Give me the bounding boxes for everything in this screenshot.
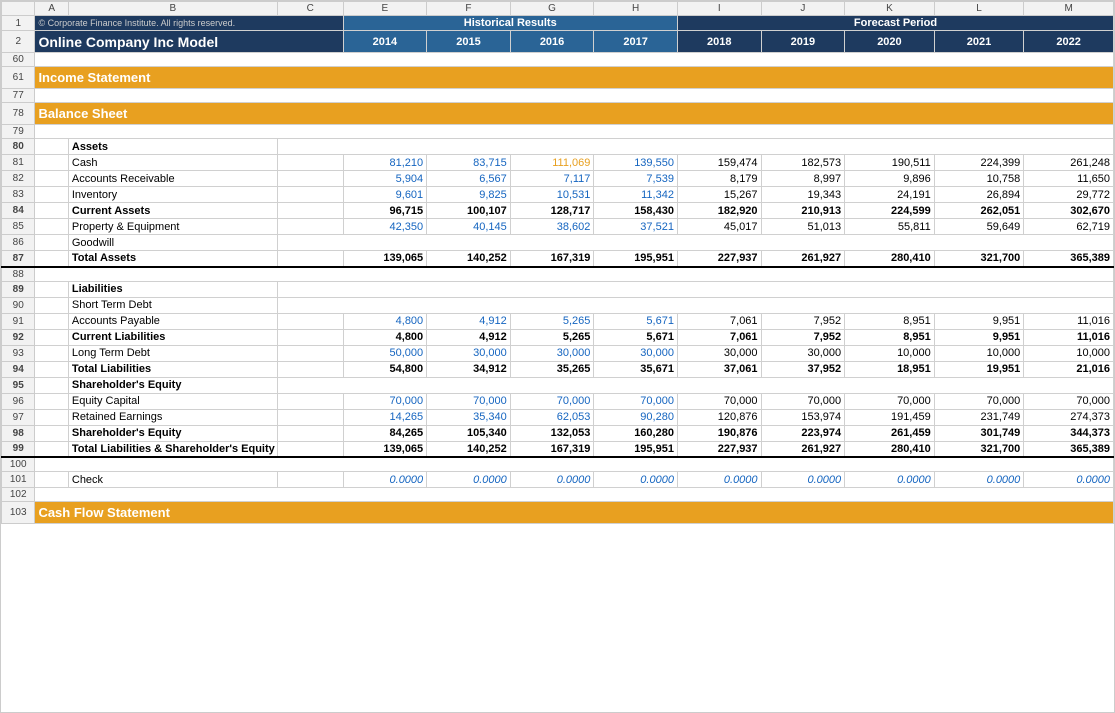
col-header-e: E bbox=[343, 2, 427, 16]
corner-cell bbox=[2, 2, 35, 16]
year-2015: 2015 bbox=[427, 31, 511, 53]
row-77: 77 bbox=[2, 89, 1114, 103]
cash-2017: 139,550 bbox=[594, 155, 678, 171]
row-92: 92 Current Liabilities 4,800 4,912 5,265… bbox=[2, 329, 1114, 345]
ar-label: Accounts Receivable bbox=[68, 171, 277, 187]
row-num-2: 2 bbox=[2, 31, 35, 53]
col-header-i: I bbox=[677, 2, 761, 16]
row-61: 61 Income Statement bbox=[2, 67, 1114, 89]
col-header-h: H bbox=[594, 2, 678, 16]
ltd-label: Long Term Debt bbox=[68, 345, 277, 361]
year-2021: 2021 bbox=[934, 31, 1024, 53]
row-95: 95 Shareholder's Equity bbox=[2, 377, 1114, 393]
se-total-label: Shareholder's Equity bbox=[68, 425, 277, 441]
col-header-l: L bbox=[934, 2, 1024, 16]
col-header-c: C bbox=[277, 2, 343, 16]
spreadsheet: A B C E F G H I J K L M 1 © Corporate Fi… bbox=[0, 0, 1115, 713]
year-2020: 2020 bbox=[845, 31, 935, 53]
row-85: 85 Property & Equipment 42,350 40,145 38… bbox=[2, 219, 1114, 235]
historical-header: Historical Results bbox=[343, 16, 677, 31]
forecast-header: Forecast Period bbox=[677, 16, 1113, 31]
check-label: Check bbox=[68, 472, 277, 488]
row-88: 88 bbox=[2, 267, 1114, 282]
row-103: 103 Cash Flow Statement bbox=[2, 502, 1114, 524]
inventory-label: Inventory bbox=[68, 187, 277, 203]
col-header-g: G bbox=[510, 2, 594, 16]
row-90: 90 Short Term Debt bbox=[2, 297, 1114, 313]
row-num-1: 1 bbox=[2, 16, 35, 31]
row-96: 96 Equity Capital 70,000 70,000 70,000 7… bbox=[2, 393, 1114, 409]
total-liab-label: Total Liabilities bbox=[68, 361, 277, 377]
row-1: 1 © Corporate Finance Institute. All rig… bbox=[2, 16, 1114, 31]
row-81: 81 Cash 81,210 83,715 111,069 139,550 15… bbox=[2, 155, 1114, 171]
cash-2016: 111,069 bbox=[510, 155, 594, 171]
std-label: Short Term Debt bbox=[68, 297, 277, 313]
cash-2014: 81,210 bbox=[343, 155, 427, 171]
row-60: 60 bbox=[2, 53, 1114, 67]
year-2017: 2017 bbox=[594, 31, 678, 53]
balance-sheet-header: Balance Sheet bbox=[35, 103, 1114, 125]
cash-2020: 190,511 bbox=[845, 155, 935, 171]
cash-2022: 261,248 bbox=[1024, 155, 1114, 171]
row-84: 84 Current Assets 96,715 100,107 128,717… bbox=[2, 203, 1114, 219]
row-93: 93 Long Term Debt 50,000 30,000 30,000 3… bbox=[2, 345, 1114, 361]
cash-label: Cash bbox=[68, 155, 277, 171]
row-94: 94 Total Liabilities 54,800 34,912 35,26… bbox=[2, 361, 1114, 377]
current-assets-label: Current Assets bbox=[68, 203, 277, 219]
row-91: 91 Accounts Payable 4,800 4,912 5,265 5,… bbox=[2, 313, 1114, 329]
year-2014: 2014 bbox=[343, 31, 427, 53]
col-header-m: M bbox=[1024, 2, 1114, 16]
col-header-j: J bbox=[761, 2, 845, 16]
cl-label: Current Liabilities bbox=[68, 329, 277, 345]
goodwill-label: Goodwill bbox=[68, 235, 277, 251]
year-2016: 2016 bbox=[510, 31, 594, 53]
row-100: 100 bbox=[2, 457, 1114, 472]
col-header-k: K bbox=[845, 2, 935, 16]
cash-2015: 83,715 bbox=[427, 155, 511, 171]
liabilities-label: Liabilities bbox=[68, 281, 277, 297]
assets-label: Assets bbox=[68, 139, 277, 155]
total-liab-se-label: Total Liabilities & Shareholder's Equity bbox=[68, 441, 277, 457]
row-86: 86 Goodwill bbox=[2, 235, 1114, 251]
cash-2021: 224,399 bbox=[934, 155, 1024, 171]
equity-section-label: Shareholder's Equity bbox=[68, 377, 277, 393]
row-98: 98 Shareholder's Equity 84,265 105,340 1… bbox=[2, 425, 1114, 441]
row-97: 97 Retained Earnings 14,265 35,340 62,05… bbox=[2, 409, 1114, 425]
total-assets-label: Total Assets bbox=[68, 251, 277, 267]
col-header-a: A bbox=[35, 2, 68, 16]
retained-earnings-label: Retained Earnings bbox=[68, 409, 277, 425]
row-79: 79 bbox=[2, 125, 1114, 139]
row-101: 101 Check 0.0000 0.0000 0.0000 0.0000 0.… bbox=[2, 472, 1114, 488]
col-header-b: B bbox=[68, 2, 277, 16]
row-99: 99 Total Liabilities & Shareholder's Equ… bbox=[2, 441, 1114, 457]
copyright-cell: © Corporate Finance Institute. All right… bbox=[35, 16, 343, 31]
row-102: 102 bbox=[2, 488, 1114, 502]
equity-capital-label: Equity Capital bbox=[68, 393, 277, 409]
row-2: 2 Online Company Inc Model 2014 2015 201… bbox=[2, 31, 1114, 53]
row-82: 82 Accounts Receivable 5,904 6,567 7,117… bbox=[2, 171, 1114, 187]
cash-2019: 182,573 bbox=[761, 155, 845, 171]
year-2019: 2019 bbox=[761, 31, 845, 53]
cash-flow-header: Cash Flow Statement bbox=[35, 502, 1114, 524]
row-78: 78 Balance Sheet bbox=[2, 103, 1114, 125]
ap-label: Accounts Payable bbox=[68, 313, 277, 329]
col-header-f: F bbox=[427, 2, 511, 16]
row-80: 80 Assets bbox=[2, 139, 1114, 155]
row-87: 87 Total Assets 139,065 140,252 167,319 … bbox=[2, 251, 1114, 267]
cash-2018: 159,474 bbox=[677, 155, 761, 171]
row-83: 83 Inventory 9,601 9,825 10,531 11,342 1… bbox=[2, 187, 1114, 203]
ppe-label: Property & Equipment bbox=[68, 219, 277, 235]
income-statement-header: Income Statement bbox=[35, 67, 1114, 89]
year-2018: 2018 bbox=[677, 31, 761, 53]
year-2022: 2022 bbox=[1024, 31, 1114, 53]
row-89: 89 Liabilities bbox=[2, 281, 1114, 297]
model-title: Online Company Inc Model bbox=[35, 31, 343, 53]
